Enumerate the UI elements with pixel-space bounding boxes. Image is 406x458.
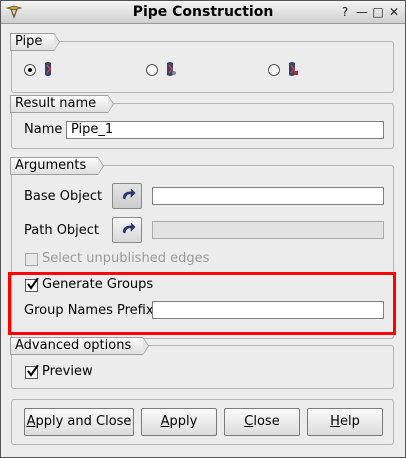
title-bar[interactable]: Pipe Construction ? — □ ✕	[1, 1, 405, 24]
apply-label: pply	[169, 414, 198, 429]
pipe-construction-dialog: Pipe Construction ? — □ ✕ Pipe Result na…	[0, 0, 406, 458]
apply-button[interactable]: Apply	[141, 408, 217, 436]
select-unpublished-edges-label: Select unpublished edges	[42, 251, 210, 266]
apply-and-close-label: pply and Close	[35, 414, 132, 429]
select-arrow-icon	[122, 188, 136, 200]
close-window-button[interactable]: ✕	[386, 4, 402, 20]
pipe-option-2-radio[interactable]	[146, 64, 158, 76]
pipe-basic-icon	[45, 62, 51, 76]
minimize-button[interactable]: —	[354, 4, 370, 20]
name-input[interactable]: Pipe_1	[66, 121, 384, 139]
path-object-select-button[interactable]	[112, 217, 142, 243]
select-unpublished-edges-checkbox[interactable]	[25, 253, 38, 266]
maximize-button[interactable]: □	[370, 4, 386, 20]
highlight-box	[8, 272, 396, 335]
pipe-binormal-icon	[167, 62, 176, 76]
arguments-group-title: Arguments	[10, 157, 105, 175]
help-label: elp	[339, 414, 360, 429]
close-label: lose	[253, 414, 280, 429]
path-object-field[interactable]	[152, 221, 384, 239]
result-name-group-title: Result name	[10, 95, 115, 113]
advanced-options-group-title: Advanced options	[10, 337, 150, 355]
path-object-label: Path Object	[24, 223, 100, 238]
preview-checkbox[interactable]	[25, 365, 39, 379]
name-label: Name	[24, 122, 63, 137]
base-object-select-button[interactable]	[112, 183, 142, 209]
checkmark-icon	[27, 365, 39, 377]
pipe-option-3-radio[interactable]	[268, 64, 280, 76]
help-button[interactable]: Help	[307, 408, 383, 436]
apply-mnemonic: A	[160, 414, 170, 429]
close-button[interactable]: Close	[224, 408, 300, 436]
pipe-option-1-radio[interactable]	[24, 64, 36, 76]
help-titlebar-button[interactable]: ?	[337, 4, 353, 20]
base-object-label: Base Object	[24, 189, 103, 204]
close-mnemonic: C	[244, 414, 254, 429]
pipe-group-title: Pipe	[10, 33, 61, 51]
pipe-type-group	[11, 41, 394, 93]
select-arrow-icon	[122, 222, 136, 234]
apply-and-close-button[interactable]: Apply and Close	[24, 408, 134, 436]
base-object-field[interactable]	[152, 187, 384, 205]
help-mnemonic: H	[330, 414, 340, 429]
preview-label: Preview	[42, 364, 93, 379]
pipe-shell-icon	[289, 62, 298, 76]
